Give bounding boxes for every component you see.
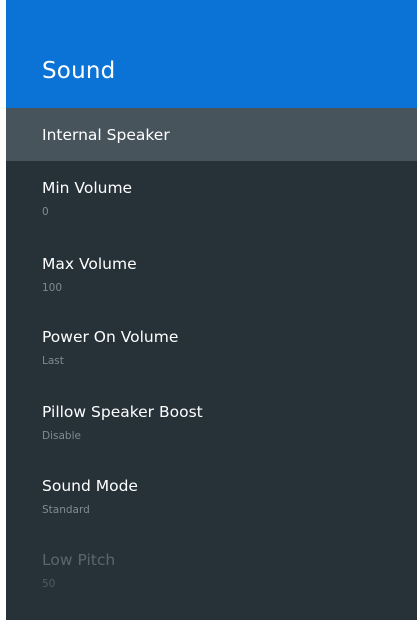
menu-item-value: Disable [42, 430, 81, 442]
menu-item-max-volume[interactable]: Max Volume 100 [6, 236, 417, 310]
header-bar: Sound [6, 0, 417, 108]
menu-item-label: Internal Speaker [42, 126, 170, 144]
page-title: Sound [42, 58, 116, 84]
menu-item-value: Standard [42, 504, 90, 516]
menu-item-value: 50 [42, 578, 56, 590]
menu-item-label: Power On Volume [42, 328, 179, 346]
settings-panel: Sound Internal Speaker Min Volume 0 Max … [6, 0, 417, 620]
menu-item-label: Min Volume [42, 179, 133, 197]
menu-item-power-on-volume[interactable]: Power On Volume Last [6, 310, 417, 385]
menu-item-value: 0 [42, 206, 49, 218]
menu-item-sound-mode[interactable]: Sound Mode Standard [6, 459, 417, 533]
menu-item-label: Low Pitch [42, 551, 116, 569]
menu-item-label: Max Volume [42, 255, 137, 273]
menu-item-label: Pillow Speaker Boost [42, 403, 203, 421]
menu-item-internal-speaker[interactable]: Internal Speaker [6, 108, 417, 161]
menu-item-pillow-speaker-boost[interactable]: Pillow Speaker Boost Disable [6, 385, 417, 459]
menu-item-low-pitch: Low Pitch 50 [6, 533, 417, 608]
menu-item-label: Sound Mode [42, 477, 138, 495]
menu-item-value: 100 [42, 282, 63, 294]
menu-item-min-volume[interactable]: Min Volume 0 [6, 161, 417, 236]
menu-item-value: Last [42, 355, 64, 367]
